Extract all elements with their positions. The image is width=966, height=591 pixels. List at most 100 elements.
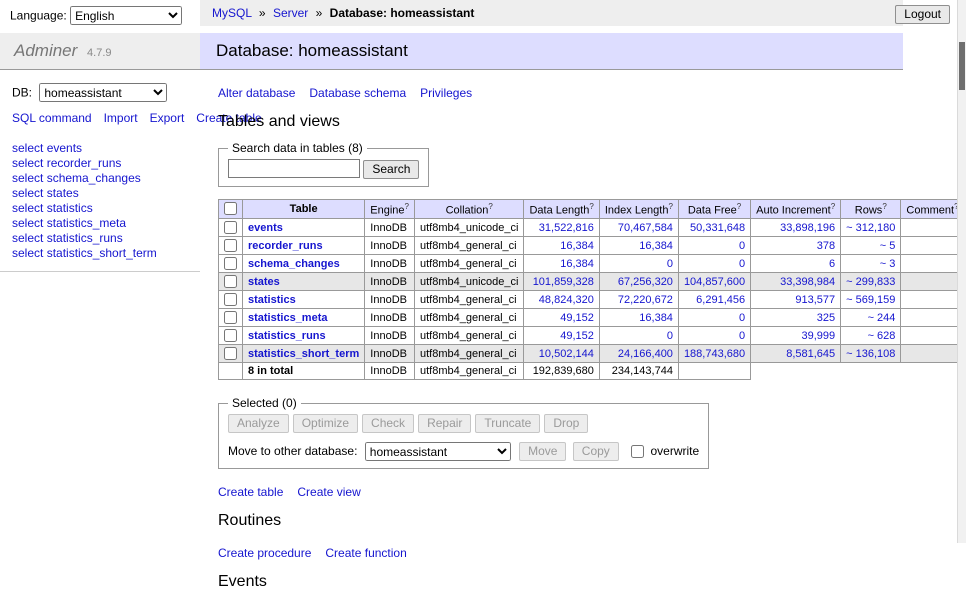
rows-link-events[interactable]: ~ 312,180 [846,222,895,234]
help-link[interactable]: ? [882,202,886,211]
sidebar-table-link-recorder-runs[interactable]: recorder_runs [47,156,122,170]
column-header-comment: Comment? [901,199,964,219]
db-select[interactable]: homeassistant [39,83,167,102]
select-table-link-statistics-meta[interactable]: select [12,216,43,230]
index-length-cell: 0 [599,327,678,345]
search-legend: Search data in tables (8) [228,141,367,155]
drop-button[interactable]: Drop [544,414,588,433]
auto-increment-cell: 33,398,984 [751,273,841,291]
data-free-cell: 0 [678,309,750,327]
select-table-link-recorder-runs[interactable]: select [12,156,43,170]
select-all-cell [219,199,243,219]
breadcrumb: MySQL » Server » Database: homeassistant [200,0,903,26]
select-table-link-events[interactable]: select [12,141,43,155]
move-db-select[interactable]: homeassistant [365,442,511,461]
table-name-cell: events [243,219,365,237]
engine-cell: InnoDB [365,219,415,237]
select-table-link-statistics[interactable]: select [12,201,43,215]
help-link[interactable]: ? [737,202,741,211]
row-checkbox-statistics-runs[interactable] [224,329,237,342]
move-button[interactable]: Move [519,442,566,461]
breadcrumb-mysql-link[interactable]: MySQL [212,6,252,20]
row-checkbox-statistics-short-term[interactable] [224,347,237,360]
row-checkbox-states[interactable] [224,275,237,288]
overwrite-checkbox[interactable] [631,445,644,458]
selected-legend: Selected (0) [228,396,301,410]
create-link-create-view[interactable]: Create view [297,485,360,499]
rows-link-statistics-meta[interactable]: ~ 244 [868,312,896,324]
sidebar-table-link-events[interactable]: events [47,141,82,155]
truncate-button[interactable]: Truncate [475,414,540,433]
table-link-recorder-runs[interactable]: recorder_runs [248,240,323,252]
table-row-statistics-short-term: statistics_short_termInnoDButf8mb4_gener… [219,345,965,363]
optimize-button[interactable]: Optimize [293,414,358,433]
create-link-create-table[interactable]: Create table [218,485,283,499]
sidebar-table-link-statistics-short-term[interactable]: statistics_short_term [47,246,157,260]
table-link-events[interactable]: events [248,222,283,234]
sidebar-table-link-statistics-meta[interactable]: statistics_meta [47,216,126,230]
table-link-statistics-meta[interactable]: statistics_meta [248,312,328,324]
routine-link-create-function[interactable]: Create function [325,546,406,560]
routines-heading: Routines [218,512,903,530]
sidebar-table-link-states[interactable]: states [47,186,79,200]
sidebar-table-link-schema-changes[interactable]: schema_changes [47,171,141,185]
action-link-alter-database[interactable]: Alter database [218,86,295,100]
help-link[interactable]: ? [488,202,492,211]
row-check-cell [219,327,243,345]
table-link-schema-changes[interactable]: schema_changes [248,258,340,270]
row-checkbox-statistics-meta[interactable] [224,311,237,324]
search-input[interactable] [228,159,360,178]
analyze-button[interactable]: Analyze [228,414,289,433]
breadcrumb-current: Database: homeassistant [330,6,475,20]
check-button[interactable]: Check [362,414,414,433]
data-length-cell: 48,824,320 [524,291,599,309]
help-link[interactable]: ? [668,202,672,211]
help-link[interactable]: ? [831,202,835,211]
table-link-statistics-short-term[interactable]: statistics_short_term [248,348,359,360]
rows-link-states[interactable]: ~ 299,833 [846,276,895,288]
rows-link-recorder-runs[interactable]: ~ 5 [880,240,896,252]
collation-cell: utf8mb4_general_ci [415,291,524,309]
action-link-database-schema[interactable]: Database schema [309,86,406,100]
action-link-privileges[interactable]: Privileges [420,86,472,100]
select-all-checkbox[interactable] [224,202,237,215]
menu-link-sql-command[interactable]: SQL command [12,111,92,125]
routine-link-create-procedure[interactable]: Create procedure [218,546,311,560]
rows-link-statistics-short-term[interactable]: ~ 136,108 [846,348,895,360]
select-table-link-states[interactable]: select [12,186,43,200]
select-table-link-statistics-runs[interactable]: select [12,231,43,245]
row-checkbox-recorder-runs[interactable] [224,239,237,252]
help-link[interactable]: ? [405,202,409,211]
auto-increment-cell: 39,999 [751,327,841,345]
language-select[interactable]: English [70,6,182,25]
breadcrumb-server-link[interactable]: Server [273,6,308,20]
sidebar-table-link-statistics-runs[interactable]: statistics_runs [47,231,123,245]
copy-button[interactable]: Copy [573,442,619,461]
adminer-logo-link[interactable]: Adminer [14,41,77,60]
help-link[interactable]: ? [589,202,593,211]
table-link-statistics-runs[interactable]: statistics_runs [248,330,326,342]
menu-link-import[interactable]: Import [104,111,138,125]
select-table-link-statistics-short-term[interactable]: select [12,246,43,260]
data-free-cell: 6,291,456 [678,291,750,309]
logout-button[interactable]: Logout [895,5,950,24]
row-checkbox-statistics[interactable] [224,293,237,306]
rows-cell: ~ 569,159 [841,291,901,309]
scrollbar[interactable] [957,0,966,543]
repair-button[interactable]: Repair [418,414,471,433]
rows-link-schema-changes[interactable]: ~ 3 [880,258,896,270]
table-link-states[interactable]: states [248,276,280,288]
scrollbar-thumb[interactable] [959,42,965,90]
row-checkbox-schema-changes[interactable] [224,257,237,270]
rows-link-statistics[interactable]: ~ 569,159 [846,294,895,306]
rows-link-statistics-runs[interactable]: ~ 628 [868,330,896,342]
table-header-row: TableEngine?Collation?Data Length?Index … [219,199,965,219]
page-title: Database: homeassistant [200,33,903,70]
sidebar-table-link-statistics[interactable]: statistics [47,201,93,215]
row-checkbox-events[interactable] [224,221,237,234]
search-button[interactable]: Search [363,160,419,179]
engine-cell: InnoDB [365,255,415,273]
menu-link-export[interactable]: Export [150,111,185,125]
select-table-link-schema-changes[interactable]: select [12,171,43,185]
table-link-statistics[interactable]: statistics [248,294,296,306]
